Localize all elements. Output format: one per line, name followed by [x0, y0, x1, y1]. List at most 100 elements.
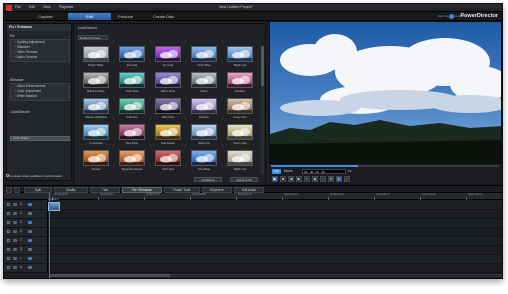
tab-capture[interactable]: Capture	[24, 13, 67, 20]
preset-thumbnail[interactable]	[119, 72, 145, 88]
keyframe-button[interactable]: Keyframe	[194, 177, 222, 182]
timeline-scroll-thumb[interactable]	[50, 274, 170, 277]
preset-thumbnail[interactable]	[155, 46, 181, 62]
timeline-header	[4, 193, 48, 200]
track-number: T	[20, 238, 22, 242]
play-icon[interactable]: ▶	[272, 176, 278, 182]
enhance-option[interactable]: Video Enhancement	[14, 84, 46, 88]
preset-thumbnail[interactable]	[119, 98, 145, 114]
track-type-icon	[28, 248, 32, 251]
preview-settings-icon[interactable]: ⚙	[328, 176, 334, 182]
enhance-option[interactable]: Color Adjustment	[14, 89, 41, 93]
zoom-select[interactable]: Fit	[348, 169, 351, 174]
preset-label: Tangerine Dream	[121, 167, 143, 171]
volume-icon[interactable]: ♪	[320, 176, 326, 182]
timeline-track[interactable]: 1	[4, 201, 502, 210]
track-enable-checkbox[interactable]	[7, 266, 10, 269]
tab-create-disc[interactable]: Create Disc	[142, 13, 185, 20]
preset-thumbnail[interactable]	[155, 124, 181, 140]
track-enable-checkbox[interactable]	[7, 248, 10, 251]
previous-frame-icon[interactable]: ◀	[288, 176, 294, 182]
preset-thumbnail[interactable]	[191, 72, 217, 88]
timeline-track[interactable]: ♪	[4, 255, 502, 264]
fix-option[interactable]: Audio Denoise	[14, 55, 38, 59]
fix-option[interactable]: Stabilizer	[14, 45, 30, 49]
track-enable-checkbox[interactable]	[7, 257, 10, 260]
track-enable-checkbox[interactable]	[7, 203, 10, 206]
track-enable-checkbox[interactable]	[7, 212, 10, 215]
preset-thumbnail[interactable]	[191, 124, 217, 140]
preset-thumbnail[interactable]	[83, 98, 109, 114]
timecode-display[interactable]: 00 ; 00 ; 02 ; 28	[302, 169, 346, 174]
stop-icon[interactable]: ■	[280, 176, 286, 182]
timeline-ruler[interactable]: 00;00;00;00 00;00;08;10 00;00;16;20 00;00;2…	[48, 193, 502, 200]
track-enable-checkbox[interactable]	[7, 230, 10, 233]
next-frame-icon[interactable]: ▶	[296, 176, 302, 182]
preset-thumbnail[interactable]	[119, 150, 145, 166]
playhead[interactable]	[49, 193, 50, 278]
preset-thumbnail[interactable]	[155, 72, 181, 88]
preset-label: Tech Red	[162, 167, 174, 171]
preset-thumbnail[interactable]	[191, 98, 217, 114]
preset-thumbnail[interactable]	[155, 150, 181, 166]
clip-mode-toggle[interactable]: Clip	[272, 169, 281, 174]
movie-mode-toggle[interactable]: Movie	[284, 169, 293, 174]
track-lock-icon[interactable]	[13, 230, 17, 233]
playback-progress-fill	[271, 165, 358, 167]
preset-thumbnail[interactable]	[83, 72, 109, 88]
timeline-track[interactable]: 4	[4, 264, 502, 273]
preset-thumbnail[interactable]	[83, 46, 109, 62]
fast-forward-icon[interactable]: »	[304, 176, 310, 182]
track-lock-icon[interactable]	[13, 203, 17, 206]
fix-option[interactable]: Lighting Adjustment	[14, 40, 45, 44]
track-lock-icon[interactable]	[13, 212, 17, 215]
preset-thumbnail[interactable]	[227, 150, 253, 166]
3d-mode-icon[interactable]: ◐	[336, 176, 342, 182]
preset-thumbnail[interactable]	[191, 46, 217, 62]
track-lock-icon[interactable]	[13, 221, 17, 224]
preset-dropdown[interactable]: Default Presets	[78, 35, 108, 40]
track-lock-icon[interactable]	[13, 248, 17, 251]
presets-grid: Bright White Fix Cold Fix Cold Arctic Blue B…	[78, 46, 263, 177]
menu-edit[interactable]: Edit	[29, 5, 35, 9]
preset-thumbnail[interactable]	[155, 98, 181, 114]
preset-thumbnail[interactable]	[119, 124, 145, 140]
track-enable-checkbox[interactable]	[7, 239, 10, 242]
track-lock-icon[interactable]	[13, 239, 17, 242]
preset-thumbnail[interactable]	[119, 46, 145, 62]
menu-view[interactable]: View	[43, 5, 51, 9]
apply-to-all-button[interactable]: Apply to All	[230, 177, 258, 182]
fullscreen-icon[interactable]: ⤢	[344, 176, 350, 182]
track-lock-icon[interactable]	[13, 257, 17, 260]
preset-thumbnail[interactable]	[227, 46, 253, 62]
snapshot-icon[interactable]: ◉	[312, 176, 318, 182]
preset-thumbnail[interactable]	[227, 124, 253, 140]
track-number: 2	[20, 220, 22, 224]
preset-thumbnail[interactable]	[227, 98, 253, 114]
ruler-tick	[144, 197, 145, 200]
track-lock-icon[interactable]	[13, 266, 17, 269]
ruler-label: 00;01;06;20	[422, 193, 436, 196]
preset-thumbnail[interactable]	[83, 124, 109, 140]
menu-file[interactable]: File	[15, 5, 21, 9]
fix-option[interactable]: Video Denoise	[14, 50, 38, 54]
menu-playback[interactable]: Playback	[59, 5, 74, 9]
timeline-track[interactable]: 2	[4, 219, 502, 228]
preset-label: Fix Cold	[162, 63, 174, 67]
timeline-track[interactable]: 2	[4, 228, 502, 237]
preset-thumbnail[interactable]	[191, 150, 217, 166]
tab-produce[interactable]: Produce	[104, 13, 147, 20]
color-effect-option[interactable]: Color Effect	[10, 136, 70, 141]
track-header: 1	[4, 210, 48, 218]
presets-scroll-thumb[interactable]	[261, 46, 264, 86]
preset-thumbnail[interactable]	[227, 72, 253, 88]
timeline-track[interactable]: T	[4, 237, 502, 246]
ruler-label: 00;00;41;20	[284, 193, 298, 196]
enhance-option[interactable]: White Balance	[14, 94, 38, 98]
timeline-track[interactable]: 1	[4, 210, 502, 219]
preset-thumbnail[interactable]	[83, 150, 109, 166]
track-enable-checkbox[interactable]	[7, 221, 10, 224]
preset-label: Dusty Film	[233, 115, 247, 119]
timeline-track[interactable]: 3	[4, 246, 502, 255]
preset-label: Silent Ice	[198, 141, 210, 145]
